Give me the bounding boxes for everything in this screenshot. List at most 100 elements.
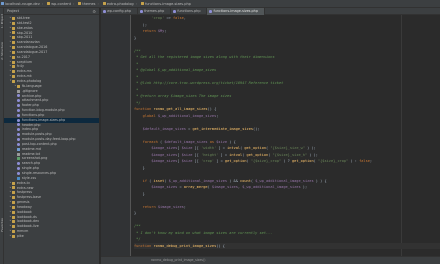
navigation-bar: localhost-rouge-dev › wp-content › themes › ex… xyxy=(0,0,440,8)
code-token: isset xyxy=(153,178,165,183)
code-editor[interactable]: 'crop' => false, ); return $My;}/** * Ge… xyxy=(101,15,440,256)
code-token: ; xyxy=(164,29,167,33)
folder-icon xyxy=(12,225,16,229)
breadcrumb-item[interactable]: wp-content › xyxy=(46,0,77,8)
code-token: $image_sizes xyxy=(157,204,184,209)
code-token: $size xyxy=(216,139,228,144)
editor-tab[interactable]: functions-image-sizes.php xyxy=(207,8,265,15)
code-token: array_merge xyxy=(183,185,208,189)
file-icon xyxy=(17,123,21,127)
code-token: ][ xyxy=(192,159,202,163)
code-token: */ xyxy=(134,100,141,105)
code-token: ] = xyxy=(216,146,228,150)
code-token: $image_sizes xyxy=(151,159,178,163)
code-token: $default_image_sizes xyxy=(164,139,208,144)
breadcrumb-item[interactable]: functions-image-sizes.php xyxy=(140,0,194,8)
code-token: ronmo_debug_print_image_sizes xyxy=(153,243,217,248)
folder-icon xyxy=(12,45,16,49)
code-token: * xyxy=(134,87,139,92)
code-token: ][ xyxy=(192,146,202,150)
code-token: $size xyxy=(181,152,193,157)
editor-tabs: wp-config.php themes.php functions.php func… xyxy=(101,8,440,15)
code-token: ) { xyxy=(227,139,236,144)
code-token: /** xyxy=(134,224,141,228)
code-token: false xyxy=(172,16,184,20)
code-token: * xyxy=(134,74,139,79)
code-token: ) ); xyxy=(304,146,316,150)
code-token: get_option xyxy=(246,152,269,157)
chevron-right-icon: › xyxy=(97,1,99,6)
code-token: get_option xyxy=(224,159,247,163)
code-token: $_wp_additional_image_sizes xyxy=(157,113,217,118)
code-token: * @return array $image_sizes The image s… xyxy=(134,94,232,98)
file-icon xyxy=(17,128,21,132)
file-icon xyxy=(17,104,21,108)
line-gutter xyxy=(101,15,131,256)
code-token: ) ); xyxy=(307,152,318,157)
file-icon xyxy=(17,157,21,161)
code-token: ronmo_get_all_image_sizes xyxy=(153,107,208,111)
folder-icon xyxy=(12,234,16,238)
code-token: 'width' xyxy=(201,146,217,150)
file-icon xyxy=(17,162,21,166)
code-token: global xyxy=(142,113,156,118)
folder-icon xyxy=(12,26,16,30)
folder-icon xyxy=(12,41,16,45)
code-token: ; xyxy=(183,204,186,209)
folder-icon xyxy=(12,191,16,195)
folder-icon xyxy=(12,65,16,69)
editor-status-bar: ronmo_debug_print_image_sizes() xyxy=(101,256,440,264)
code-token: ) : xyxy=(348,159,360,163)
code-token: ) && xyxy=(227,178,241,183)
code-token: ); xyxy=(134,22,147,27)
editor-tab[interactable]: functions.php xyxy=(171,8,208,15)
code-token: => xyxy=(164,16,173,20)
code-token: $size xyxy=(181,159,193,163)
code-token: () { xyxy=(207,107,217,111)
code-token: intval xyxy=(229,152,243,157)
file-icon xyxy=(17,113,21,117)
gear-icon[interactable]: ⚙ xyxy=(92,9,96,14)
code-token: () { xyxy=(216,243,225,248)
code-token: ] = xyxy=(218,152,230,157)
code-token: "{$size}_crop" xyxy=(250,159,282,163)
file-icon xyxy=(17,99,21,103)
file-icon xyxy=(17,171,21,175)
folder-icon xyxy=(12,36,16,40)
chevron-right-icon: › xyxy=(41,1,44,6)
folder-icon xyxy=(12,220,16,224)
code-token: $_wp_additional_image_sizes xyxy=(168,178,228,183)
folder-icon xyxy=(12,205,16,209)
folder-icon xyxy=(12,210,16,214)
code-token: , xyxy=(183,16,186,20)
file-icon xyxy=(17,108,21,112)
code-token: "{$size}_size_w" xyxy=(270,146,305,150)
folder-icon xyxy=(12,196,16,200)
code-token: intval xyxy=(227,146,241,150)
tree-item[interactable]: ▸ pike xyxy=(4,234,99,239)
breadcrumb-label: extra-phodolog xyxy=(106,1,134,6)
file-icon xyxy=(17,176,21,180)
project-panel-header[interactable]: Project ⚙ xyxy=(4,8,99,15)
editor-tab[interactable]: themes.php xyxy=(138,8,172,15)
breadcrumb-label: wp-content xyxy=(51,1,71,6)
folder-icon xyxy=(12,186,16,190)
breadcrumb-item[interactable]: localhost-rouge-dev › xyxy=(0,0,46,8)
code-token: ] = xyxy=(214,159,225,163)
breadcrumb-item[interactable]: themes › xyxy=(77,0,102,8)
code-area[interactable]: 'crop' => false, ); return $My;}/** * Ge… xyxy=(134,15,440,256)
code-token: $image_sizes xyxy=(151,152,178,157)
code-token: } xyxy=(134,35,137,40)
code-token: /** xyxy=(134,48,141,53)
code-token: $image_sizes xyxy=(151,185,178,189)
code-token: $_wp_additional_image_sizes xyxy=(255,178,314,183)
breadcrumb-item[interactable]: extra-phodolog › xyxy=(102,0,140,8)
editor-tab[interactable]: wp-config.php xyxy=(101,8,139,15)
